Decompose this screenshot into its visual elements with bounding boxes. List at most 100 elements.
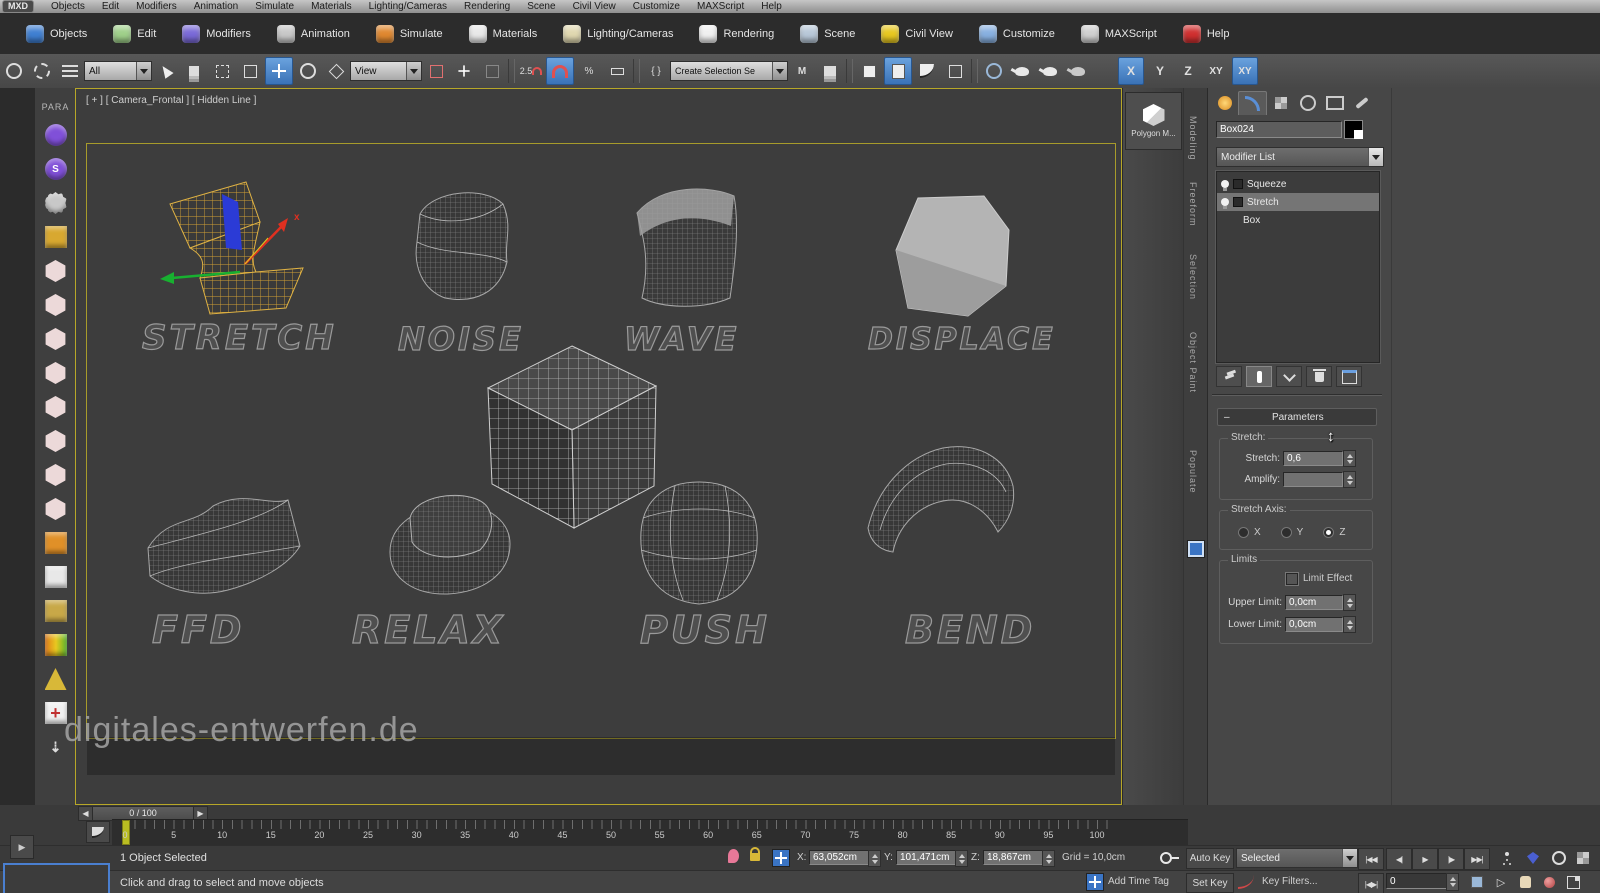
mini-curve-editor-icon[interactable] [86, 821, 110, 843]
isolate-toggle-icon[interactable] [1466, 872, 1488, 892]
absolute-mode-icon[interactable] [772, 849, 790, 867]
ribbon-item-lighting-cameras[interactable]: Lighting/Cameras [563, 24, 673, 43]
spreadsheet-icon[interactable] [44, 566, 67, 588]
dropdown-arrow-icon[interactable] [1342, 849, 1357, 867]
object-bend[interactable] [848, 430, 1026, 584]
app-logo[interactable]: MXD [2, 0, 34, 13]
select-and-move-icon[interactable] [265, 57, 293, 85]
selection-filter-dropdown[interactable]: All [84, 61, 152, 81]
align-icon[interactable] [817, 58, 843, 84]
tab-populate[interactable]: Populate [1188, 450, 1198, 494]
keyboard-shortcut-override-icon[interactable] [479, 58, 505, 84]
ribbon-item-civil-view[interactable]: Civil View [881, 24, 953, 43]
orbit-selected-icon[interactable] [1538, 872, 1560, 892]
polygon-modeling-panel-button[interactable]: Polygon M... [1125, 92, 1182, 150]
make-unique-icon[interactable] [1276, 366, 1302, 387]
timeline-ruler[interactable]: 0 5 10 15 20 25 30 35 40 45 50 55 60 65 70 75 80 85 90 95 10… [112, 819, 1188, 846]
select-by-name-icon[interactable] [181, 58, 207, 84]
tab-hierarchy-icon[interactable] [1267, 91, 1294, 114]
lower-limit-spinner[interactable] [1343, 616, 1356, 633]
menu-objects[interactable]: Objects [51, 1, 85, 12]
ribbon-item-modifiers[interactable]: Modifiers [182, 24, 251, 43]
orbit-icon[interactable] [1548, 848, 1570, 868]
dropdown-arrow-icon[interactable] [136, 62, 151, 80]
tab-selection[interactable]: Selection [1188, 254, 1198, 300]
object-push[interactable] [633, 470, 765, 624]
dropdown-arrow-icon[interactable] [772, 62, 787, 80]
modifier-row-stretch[interactable]: Stretch [1217, 193, 1379, 211]
layer-manager-icon[interactable] [856, 58, 882, 84]
ribbon-item-objects[interactable]: Objects [26, 24, 87, 43]
ribbon-item-maxscript[interactable]: MAXScript [1080, 24, 1157, 43]
broom-icon[interactable] [44, 668, 67, 690]
modifier-hex-icon[interactable] [45, 294, 66, 316]
axis-x-radio[interactable] [1238, 527, 1249, 538]
viewport-label[interactable]: [ + ] [ Camera_Frontal ] [ Hidden Line ] [86, 95, 256, 106]
menu-edit[interactable]: Edit [102, 1, 119, 12]
show-end-result-icon[interactable] [1246, 366, 1272, 387]
reference-coordinate-dropdown[interactable]: View [350, 61, 422, 81]
axis-constraint-z-button[interactable]: Z [1176, 58, 1200, 84]
window-crossing-icon[interactable] [237, 58, 263, 84]
object-noise[interactable] [405, 182, 517, 312]
set-key-curve-icon[interactable] [1238, 875, 1254, 889]
material-sphere-icon[interactable] [44, 124, 67, 146]
selection-set-keys-dropdown[interactable]: Selected [1236, 848, 1358, 868]
object-stretch[interactable]: x [148, 176, 336, 324]
pan-hand-icon[interactable] [1514, 872, 1536, 892]
angle-snap-icon[interactable] [546, 57, 574, 85]
snap-use-axis-constraints-button[interactable]: XY [1232, 57, 1258, 85]
menu-modifiers[interactable]: Modifiers [136, 1, 177, 12]
stretch-spinner[interactable] [1343, 450, 1356, 467]
bind-to-spacewarp-icon[interactable] [57, 58, 83, 84]
z-spinner[interactable] [1042, 850, 1055, 867]
go-to-start-button[interactable]: |◀◀ [1358, 848, 1384, 870]
x-spinner[interactable] [868, 850, 881, 867]
menu-animation[interactable]: Animation [194, 1, 238, 12]
next-frame-button[interactable]: |▶ [1438, 848, 1464, 870]
modifier-hex-icon[interactable] [45, 464, 66, 486]
ribbon-item-rendering[interactable]: Rendering [699, 24, 774, 43]
tab-object-paint[interactable]: Object Paint [1188, 332, 1198, 393]
ribbon-item-scene[interactable]: Scene [800, 24, 855, 43]
y-coordinate-field[interactable]: 101,471cm [896, 850, 956, 865]
edit-named-selection-sets-icon[interactable]: { } [643, 58, 669, 84]
modifier-row-squeeze[interactable]: Squeeze [1217, 175, 1379, 193]
scene-explorer-icon[interactable] [884, 57, 912, 85]
time-tag-icon[interactable] [1086, 873, 1104, 891]
range-left-arrow[interactable]: ◀ [78, 806, 93, 821]
menu-lighting-cameras[interactable]: Lighting/Cameras [369, 1, 447, 12]
camera-icon[interactable] [44, 532, 67, 554]
remove-modifier-icon[interactable] [1306, 366, 1332, 387]
listener-scroll-button[interactable]: ▶ [10, 835, 34, 859]
dropdown-arrow-icon[interactable] [1368, 148, 1383, 166]
y-spinner[interactable] [955, 850, 968, 867]
upper-limit-field[interactable]: 0,0cm [1285, 595, 1343, 610]
snaps-toggle-icon[interactable]: 2.5 [518, 58, 544, 84]
object-ffd[interactable] [138, 470, 310, 614]
menu-help[interactable]: Help [761, 1, 782, 12]
schematic-view-icon[interactable] [942, 58, 968, 84]
modifier-list-dropdown[interactable]: Modifier List [1216, 147, 1384, 167]
tab-modify-icon[interactable] [1238, 91, 1267, 115]
ribbon-item-simulate[interactable]: Simulate [375, 24, 443, 43]
object-displace[interactable] [888, 190, 1016, 324]
amplify-value-field[interactable] [1283, 472, 1343, 487]
use-pivot-point-icon[interactable] [423, 58, 449, 84]
spinner-snap-icon[interactable] [604, 58, 630, 84]
tab-freeform[interactable]: Freeform [1188, 182, 1198, 227]
axis-constraint-y-button[interactable]: Y [1148, 58, 1172, 84]
bulb-icon[interactable] [1221, 180, 1229, 191]
mirror-icon[interactable]: M [789, 58, 815, 84]
menu-rendering[interactable]: Rendering [464, 1, 510, 12]
material-sphere-s-icon[interactable]: S [44, 158, 67, 180]
axis-constraint-xy-button[interactable]: XY [1204, 58, 1228, 84]
play-button[interactable]: ▶ [1412, 848, 1438, 870]
tab-modeling[interactable]: Modeling [1188, 116, 1198, 161]
maximize-viewport-icon[interactable] [1562, 872, 1584, 892]
tab-create-icon[interactable] [1211, 91, 1238, 114]
dropdown-arrow-icon[interactable] [406, 62, 421, 80]
axis-constraint-x-button[interactable]: X [1118, 57, 1144, 85]
render-iterative-icon[interactable] [1065, 58, 1091, 84]
object-wave[interactable] [622, 178, 747, 322]
